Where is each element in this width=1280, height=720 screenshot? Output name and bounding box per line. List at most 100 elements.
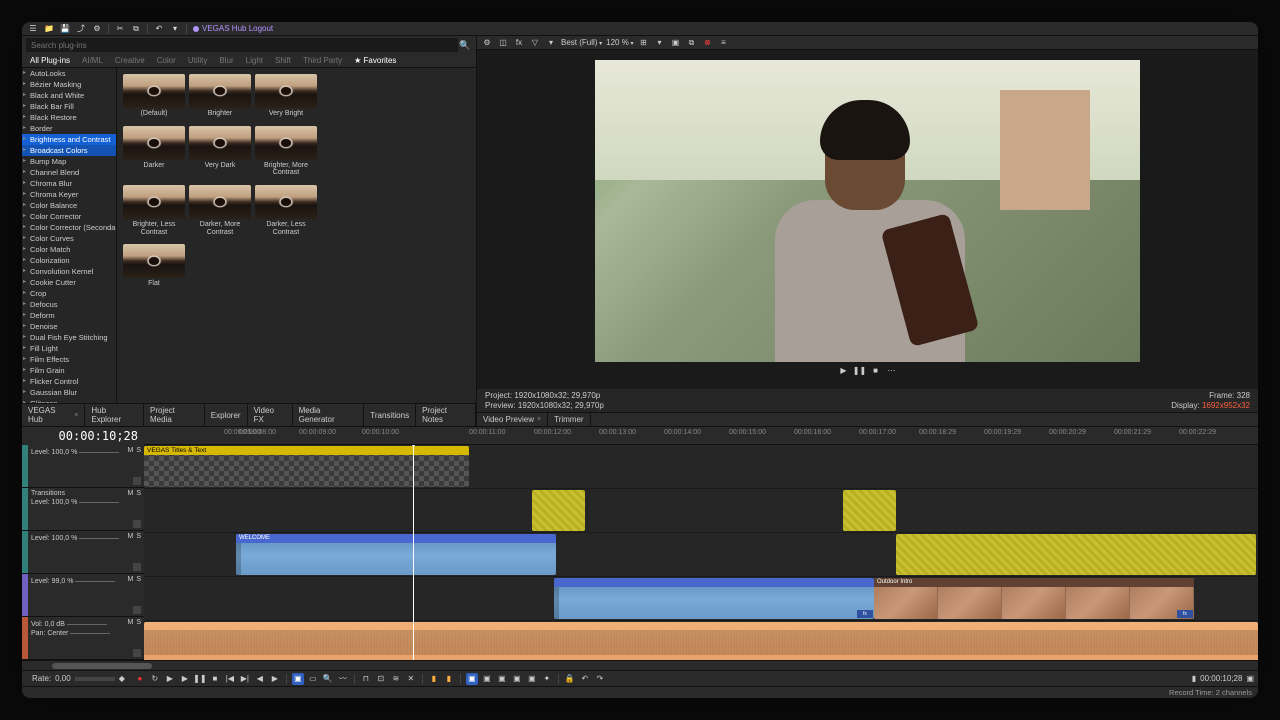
plugin-item[interactable]: Glitazen (22, 398, 116, 403)
category-tab[interactable]: Third Party (299, 54, 346, 67)
copy-snap-icon[interactable]: ⧉ (686, 37, 698, 49)
normal-edit-icon[interactable]: ▣ (292, 673, 304, 685)
preset-item[interactable]: Brighter (189, 74, 251, 118)
tc-options-icon[interactable]: ▣ (1246, 674, 1254, 683)
titles-clip[interactable]: VEGAS Titles & Text (144, 446, 469, 487)
category-tab[interactable]: ★ Favorites (350, 54, 400, 67)
rate-marker-icon[interactable]: ◆ (119, 674, 125, 683)
tool3-icon[interactable]: ▣ (496, 673, 508, 685)
panel-tab[interactable]: Media Generator (293, 404, 365, 426)
next-frame-icon[interactable]: ▶ (269, 673, 281, 685)
plugin-item[interactable]: Border (22, 123, 116, 134)
close-preview-icon[interactable]: ⊗ (702, 37, 714, 49)
tool6-icon[interactable]: ✦ (541, 673, 553, 685)
track-header[interactable]: Level: 99,0 % MS (22, 574, 144, 617)
category-tab[interactable]: Light (242, 54, 267, 67)
plugin-item[interactable]: Bézier Masking (22, 79, 116, 90)
preview-subtab[interactable]: Trimmer (548, 413, 590, 426)
props-icon[interactable]: ⚙ (92, 24, 102, 34)
plugin-item[interactable]: Channel Blend (22, 167, 116, 178)
quantize-icon[interactable]: ⊡ (375, 673, 387, 685)
undo-icon[interactable]: ↶ (154, 24, 164, 34)
selection-icon[interactable]: ▭ (307, 673, 319, 685)
panel-tab[interactable]: Hub Explorer (85, 404, 144, 426)
snapshot-icon[interactable]: ▣ (670, 37, 682, 49)
output-fx-icon[interactable]: fx (513, 37, 525, 49)
track-header[interactable]: Level: 100,0 % MS (22, 531, 144, 574)
category-tab[interactable]: Color (153, 54, 180, 67)
tracks-content[interactable]: VEGAS Titles & Text WELCOME (144, 445, 1258, 660)
category-tab[interactable]: Creative (111, 54, 149, 67)
tool5-icon[interactable]: ▣ (526, 673, 538, 685)
project-props-icon[interactable]: ⚙ (481, 37, 493, 49)
panel-tab[interactable]: Video FX (248, 404, 293, 426)
plugin-item[interactable]: Broadcast Colors (22, 145, 116, 156)
plugin-item[interactable]: Film Grain (22, 365, 116, 376)
play-start-icon[interactable]: ▶ (164, 673, 176, 685)
category-tab[interactable]: All Plug-ins (26, 54, 74, 67)
plugin-list[interactable]: AutoLooksBézier MaskingBlack and WhiteBl… (22, 68, 117, 403)
plugin-item[interactable]: Color Corrector (22, 211, 116, 222)
plugin-item[interactable]: Gaussian Blur (22, 387, 116, 398)
plugin-item[interactable]: Film Effects (22, 354, 116, 365)
panel-tab[interactable]: Project Media (144, 404, 205, 426)
plugin-item[interactable]: Chroma Blur (22, 178, 116, 189)
plugin-item[interactable]: Defocus (22, 299, 116, 310)
preset-item[interactable]: Darker (123, 126, 185, 177)
zoom-icon[interactable]: 🔍 (322, 673, 334, 685)
cut-icon[interactable]: ✂ (115, 24, 125, 34)
plugin-item[interactable]: Black Bar Fill (22, 101, 116, 112)
tool4-icon[interactable]: ▣ (511, 673, 523, 685)
panel-tab[interactable]: Explorer (205, 404, 248, 426)
render-icon[interactable]: ⤴ (76, 24, 86, 34)
lock-icon[interactable]: 🔒 (564, 673, 576, 685)
plugin-item[interactable]: Colorization (22, 255, 116, 266)
plugin-item[interactable]: Dual Fish Eye Stitching (22, 332, 116, 343)
go-end-icon[interactable]: ▶| (239, 673, 251, 685)
timeline-scrollbar[interactable] (22, 660, 1258, 670)
search-icon[interactable]: 🔍 (458, 38, 472, 52)
preset-item[interactable]: (Default) (123, 74, 185, 118)
play-icon[interactable]: ▶ (179, 673, 191, 685)
record-icon[interactable]: ● (134, 673, 146, 685)
timeline-ruler[interactable]: 00:00:05:0000:00:08:0000:00:09:0000:00:1… (144, 427, 1258, 445)
plugin-item[interactable]: Color Corrector (Secondary) (22, 222, 116, 233)
plugin-item[interactable]: Convolution Kernel (22, 266, 116, 277)
video-clip-1[interactable]: WELCOME (236, 534, 556, 575)
plugin-item[interactable]: Brightness and Contrast (22, 134, 116, 145)
preset-item[interactable]: Darker, More Contrast (189, 185, 251, 236)
undo2-icon[interactable]: ↶ (579, 673, 591, 685)
loop-icon[interactable]: ↻ (149, 673, 161, 685)
preset-item[interactable]: Flat (123, 244, 185, 288)
play-icon[interactable]: ▶ (838, 365, 850, 377)
panel-tab[interactable]: Transitions (364, 404, 416, 426)
plugin-item[interactable]: Chroma Keyer (22, 189, 116, 200)
timecode-display[interactable]: 00:00:10;28 (22, 429, 144, 443)
category-tab[interactable]: Utility (184, 54, 212, 67)
plugin-item[interactable]: Color Balance (22, 200, 116, 211)
menu-icon[interactable]: ☰ (28, 24, 38, 34)
go-start-icon[interactable]: |◀ (224, 673, 236, 685)
save-icon[interactable]: 💾 (60, 24, 70, 34)
stop-icon[interactable]: ■ (870, 365, 882, 377)
preset-item[interactable]: Brighter, More Contrast (255, 126, 317, 177)
redo-icon[interactable]: ▾ (170, 24, 180, 34)
preview-subtab[interactable]: Video Preview × (477, 413, 548, 426)
preset-item[interactable]: Brighter, Less Contrast (123, 185, 185, 236)
preset-item[interactable]: Very Bright (255, 74, 317, 118)
plugin-item[interactable]: Bump Map (22, 156, 116, 167)
preview-zoom[interactable]: 120 % (606, 38, 633, 47)
category-tab[interactable]: Blur (215, 54, 237, 67)
category-tab[interactable]: Shift (271, 54, 295, 67)
overlay-icon[interactable]: ▾ (654, 37, 666, 49)
video-clip-2[interactable]: fx (554, 578, 874, 619)
transition-clip-1[interactable] (532, 490, 585, 531)
snap-icon[interactable]: ⊓ (360, 673, 372, 685)
options-icon[interactable]: ≡ (718, 37, 730, 49)
preset-item[interactable]: Darker, Less Contrast (255, 185, 317, 236)
search-input[interactable] (26, 38, 458, 52)
category-tab[interactable]: AI/ML (78, 54, 107, 67)
track-header[interactable]: Level: 100,0 % MS (22, 445, 144, 488)
panel-tab[interactable]: Project Notes (416, 404, 476, 426)
autoripple-icon[interactable]: ≋ (390, 673, 402, 685)
